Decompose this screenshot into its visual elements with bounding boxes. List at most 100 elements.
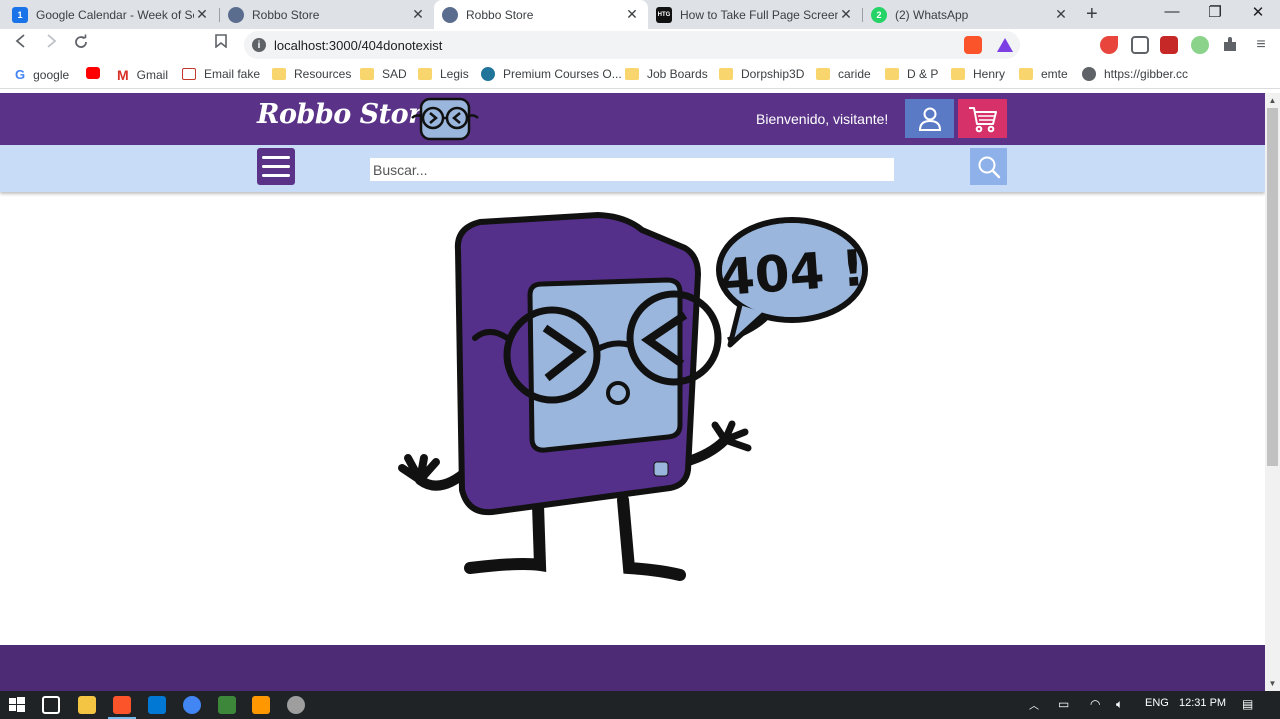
close-tab-icon[interactable]: ✕ <box>194 6 210 23</box>
search-button[interactable] <box>970 148 1007 185</box>
bookmark-label: SAD <box>382 67 407 81</box>
hamburger-line <box>262 165 290 168</box>
close-window-icon[interactable]: ✕ <box>1235 3 1280 21</box>
brave-icon[interactable] <box>113 696 131 714</box>
bookmark-label: D & P <box>907 67 939 81</box>
extensions-puzzle-icon[interactable] <box>1221 36 1239 54</box>
folder-icon <box>885 68 899 80</box>
bookmark-label: Resources <box>294 67 352 81</box>
robbo-logo-icon[interactable] <box>410 96 480 147</box>
bookmark-sad[interactable]: SAD <box>360 67 407 81</box>
bookmark-emte[interactable]: emte <box>1019 67 1068 81</box>
new-tab-icon[interactable]: + <box>1086 3 1098 26</box>
browser-menu-icon[interactable]: ≡ <box>1252 36 1270 54</box>
volume-icon[interactable]: 🔈︎ <box>1116 697 1123 712</box>
error-code-text: 404 ! <box>718 239 866 307</box>
search-input[interactable] <box>369 157 895 182</box>
brave-rewards-icon[interactable] <box>996 36 1014 54</box>
bookmark-henry[interactable]: Henry <box>951 67 1005 81</box>
tab-whatsapp[interactable]: 2 (2) WhatsApp ✕ <box>863 0 1077 29</box>
forward-icon[interactable] <box>40 34 62 53</box>
cart-button[interactable] <box>958 99 1007 138</box>
folder-icon <box>951 68 965 80</box>
task-view-icon[interactable] <box>42 696 60 714</box>
back-icon[interactable] <box>10 34 32 53</box>
vscode-icon[interactable] <box>148 696 166 714</box>
scrollbar-thumb[interactable] <box>1267 108 1278 466</box>
clock[interactable]: 12:31 PM <box>1179 697 1226 709</box>
wifi-icon[interactable]: ◠ <box>1090 697 1100 711</box>
restore-icon[interactable]: ❐ <box>1192 3 1238 21</box>
bookmark-label: Legis <box>440 67 469 81</box>
bookmark-caride[interactable]: caride <box>816 67 871 81</box>
search-bar-row <box>0 145 1265 192</box>
paint-icon[interactable] <box>287 696 305 714</box>
page-scrollbar[interactable]: ▲ ▼ <box>1265 93 1280 691</box>
bookmark-resources[interactable]: Resources <box>272 67 351 81</box>
search-icon <box>978 156 1000 178</box>
file-explorer-icon[interactable] <box>78 696 96 714</box>
reading-list-icon[interactable] <box>1131 36 1149 54</box>
brave-shields-icon[interactable] <box>964 36 982 54</box>
user-account-button[interactable] <box>905 99 954 138</box>
bookmark-label: Email fake <box>204 67 261 81</box>
hamburger-line <box>262 156 290 159</box>
address-url: localhost:3000/404donotexist <box>274 37 443 53</box>
bookmark-gmail[interactable]: M Gmail <box>117 67 168 83</box>
calendar-icon: 1 <box>12 6 28 23</box>
tab-htg[interactable]: HTG How to Take Full Page Screensho ✕ <box>648 0 862 29</box>
tab-google-calendar[interactable]: 1 Google Calendar - Week of Septe ✕ <box>4 0 218 29</box>
tab-title: Robbo Store <box>466 7 534 22</box>
bookmark-email-fake[interactable]: Email fake <box>182 67 260 81</box>
bookmark-job-boards[interactable]: Job Boards <box>625 67 708 81</box>
battery-icon[interactable]: ▭ <box>1058 697 1069 711</box>
tab-robbo-store-active[interactable]: Robbo Store ✕ <box>434 0 648 29</box>
reload-icon[interactable] <box>70 34 92 55</box>
close-tab-icon[interactable]: ✕ <box>838 6 854 23</box>
bookmark-legis[interactable]: Legis <box>418 67 469 81</box>
bookmark-google[interactable]: G google <box>15 67 69 82</box>
extension-red-icon[interactable] <box>1160 36 1178 54</box>
scroll-up-icon[interactable]: ▲ <box>1265 96 1280 105</box>
sublime-icon[interactable] <box>252 696 270 714</box>
bookmark-youtube[interactable] <box>86 67 108 79</box>
bookmark-dorpship3d[interactable]: Dorpship3D <box>719 67 804 81</box>
chrome-icon[interactable] <box>183 696 201 714</box>
hamburger-menu-button[interactable] <box>257 148 295 185</box>
extension-green-icon[interactable] <box>1191 36 1209 54</box>
bookmark-label: Gmail <box>136 68 169 82</box>
close-tab-icon[interactable]: ✕ <box>1053 6 1069 23</box>
site-info-icon[interactable]: i <box>252 38 266 52</box>
not-found-illustration: 404 ! <box>380 200 880 595</box>
tab-title: Google Calendar - Week of Septe <box>36 7 194 22</box>
close-tab-icon[interactable]: ✕ <box>624 6 640 23</box>
folder-icon <box>625 68 639 80</box>
bookmark-label: Job Boards <box>647 67 708 81</box>
bookmark-icon[interactable] <box>210 34 232 53</box>
show-hidden-icons[interactable]: ︿ <box>1029 697 1039 712</box>
tab-robbo-store[interactable]: Robbo Store ✕ <box>220 0 434 29</box>
scroll-down-icon[interactable]: ▼ <box>1265 679 1280 688</box>
bookmark-d-and-p[interactable]: D & P <box>885 67 938 81</box>
notifications-icon[interactable]: ▤ <box>1242 697 1253 711</box>
start-icon[interactable] <box>8 696 26 714</box>
user-icon <box>918 107 941 131</box>
minimize-icon[interactable]: — <box>1149 3 1195 20</box>
close-tab-icon[interactable]: ✕ <box>410 6 426 23</box>
gmail-icon: M <box>117 67 129 83</box>
bookmark-label: Dorpship3D <box>741 67 805 81</box>
bookmark-premium-courses[interactable]: Premium Courses O... <box>481 67 622 81</box>
folder-icon <box>360 68 374 80</box>
tab-title: (2) WhatsApp <box>895 7 969 22</box>
bookmark-gibber[interactable]: https://gibber.cc <box>1082 67 1188 81</box>
address-bar[interactable]: i localhost:3000/404donotexist <box>244 31 1020 59</box>
bookmarks-bar: G google M Gmail Email fake Resources SA… <box>0 61 1280 89</box>
welcome-message: Bienvenido, visitante! <box>756 111 889 127</box>
browser-tab-strip: 1 Google Calendar - Week of Septe ✕ Robb… <box>0 0 1280 29</box>
bookmark-label: google <box>33 67 70 82</box>
language-indicator[interactable]: ENG <box>1145 697 1169 709</box>
site-footer <box>0 645 1265 691</box>
megaphone-icon[interactable] <box>1100 36 1118 54</box>
gitbash-icon[interactable] <box>218 696 236 714</box>
robbo-icon <box>228 6 244 23</box>
